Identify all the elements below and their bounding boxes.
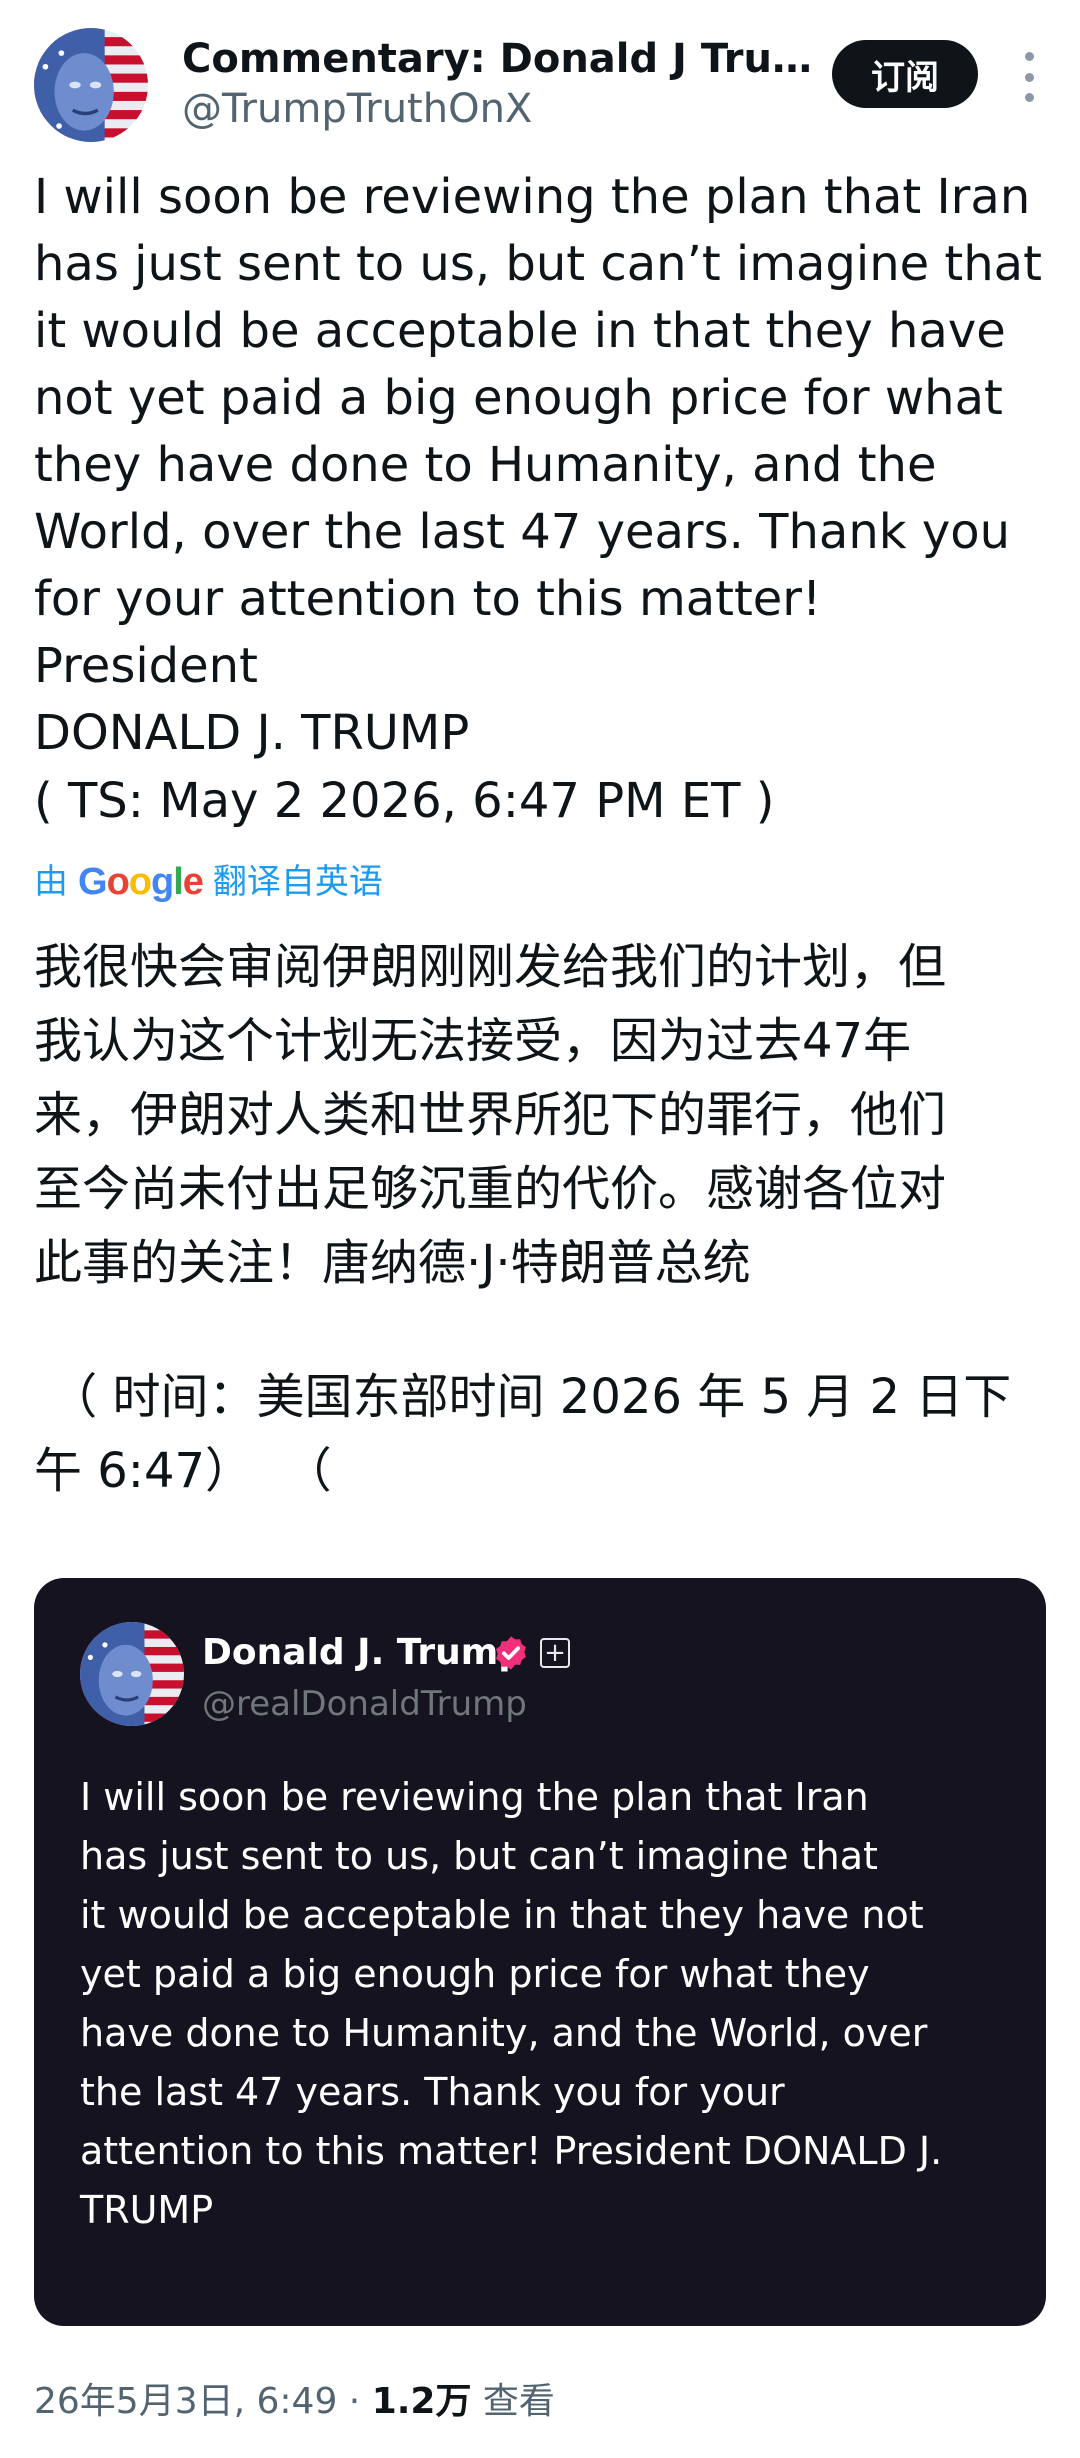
plus-icon[interactable]: + [540, 1638, 570, 1668]
post-meta-footer: 26年5月3日, 6:49 · 1.2万 查看 [34, 2374, 555, 2430]
dot [1024, 72, 1034, 82]
dot [1024, 52, 1034, 61]
embedded-author-name[interactable]: Donald J. Trump [202, 1632, 524, 1673]
author-handle[interactable]: @TrumpTruthOnX [182, 86, 532, 132]
google-logo-icon: Google [78, 861, 204, 903]
post-body-text: I will soon be reviewing the plan that I… [34, 169, 1042, 761]
embedded-author-avatar[interactable] [80, 1622, 184, 1726]
post-header: Commentary: Donald J Trum... @TrumpTruth… [34, 24, 1046, 144]
views-count: 1.2万 [371, 2381, 472, 2422]
embedded-author-handle[interactable]: @realDonaldTrump [202, 1684, 527, 1724]
post-timestamp-note: ( TS: May 2 2026, 6:47 PM ET ) [34, 773, 775, 829]
verified-badge-icon [492, 1634, 530, 1672]
translation-prefix: 由 [34, 862, 68, 902]
translation-suffix: 翻译自英语 [212, 862, 383, 902]
subscribe-button[interactable]: 订阅 [832, 40, 978, 108]
flag-portrait-icon [80, 1622, 184, 1726]
translation-attribution[interactable]: 由 Google 翻译自英语 [34, 858, 383, 906]
dot [1024, 93, 1034, 102]
translated-post-text: 我很快会审阅伊朗刚刚发给我们的计划，但 我认为这个计划无法接受，因为过去47年 … [34, 939, 947, 1291]
embedded-post-text: I will soon be reviewing the plan that I… [80, 1775, 943, 2232]
views-label: 查看 [471, 2381, 555, 2422]
embedded-post-card[interactable]: Donald J. Trump + @realDonaldTrump I wil… [34, 1578, 1046, 2326]
translated-time-note: （ 时间：美国东部时间 2026 年 5 月 2 日下 午 6:47） （ [34, 1369, 1012, 1499]
author-display-name[interactable]: Commentary: Donald J Trum... [182, 36, 822, 82]
more-options-icon[interactable] [1014, 52, 1044, 102]
author-avatar[interactable] [34, 28, 148, 142]
flag-portrait-icon [34, 28, 148, 142]
post-date-time[interactable]: 26年5月3日, 6:49 · [34, 2381, 372, 2422]
